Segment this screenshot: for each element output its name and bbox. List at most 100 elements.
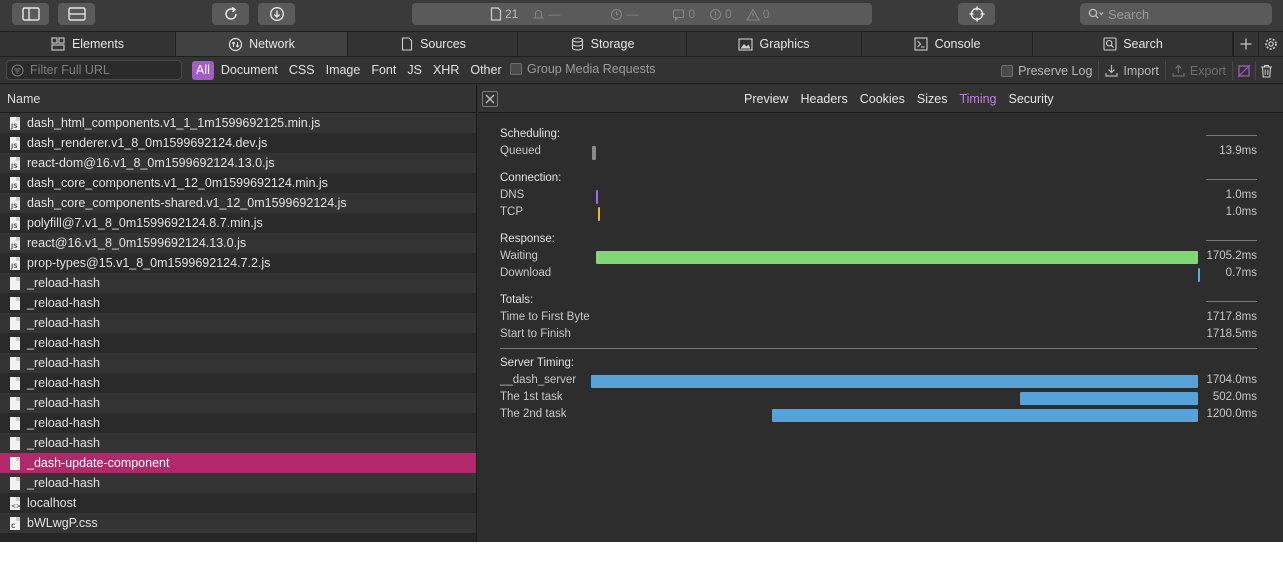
tab-graphics[interactable]: Graphics bbox=[687, 32, 862, 56]
table-row[interactable]: _reload-hash bbox=[0, 373, 476, 393]
errors-indicator[interactable]: 0 bbox=[709, 7, 732, 21]
tab-storage[interactable]: Storage bbox=[518, 32, 687, 56]
preserve-log-toggle[interactable]: Preserve Log bbox=[995, 61, 1098, 80]
tab-bar: Elements Network Sources Storage Graphic… bbox=[0, 31, 1283, 57]
filter-icon bbox=[11, 64, 24, 76]
settings-button[interactable] bbox=[1258, 32, 1283, 56]
element-selection-button[interactable] bbox=[958, 3, 995, 25]
request-name: _dash-update-component bbox=[27, 456, 170, 470]
table-row[interactable]: _reload-hash bbox=[0, 473, 476, 493]
tab-security[interactable]: Security bbox=[1009, 92, 1054, 106]
table-row[interactable]: JS react@16.v1_8_0m1599692124.13.0.js bbox=[0, 233, 476, 253]
table-row[interactable]: JS dash_renderer.v1_8_0m1599692124.dev.js bbox=[0, 133, 476, 153]
tab-headers[interactable]: Headers bbox=[800, 92, 847, 106]
import-icon bbox=[1105, 65, 1119, 77]
url-filter-input[interactable]: Filter Full URL bbox=[6, 60, 182, 80]
tab-cookies[interactable]: Cookies bbox=[860, 92, 905, 106]
file-icon bbox=[10, 336, 20, 350]
add-tab-button[interactable] bbox=[1233, 32, 1258, 56]
type-filter-xhr[interactable]: XHR bbox=[429, 61, 463, 80]
tab-elements[interactable]: Elements bbox=[0, 32, 176, 56]
timing-view: Scheduling: Queued 13.9ms Connection: DNS 1.0… bbox=[478, 114, 1283, 542]
filter-bar: Filter Full URL All Document CSS Image F… bbox=[0, 57, 1283, 84]
table-row[interactable]: JS react-dom@16.v1_8_0m1599692124.13.0.js bbox=[0, 153, 476, 173]
table-row[interactable]: JS dash_core_components.v1_12_0m159969212… bbox=[0, 173, 476, 193]
reload-button[interactable] bbox=[212, 3, 249, 25]
css-file-icon: C bbox=[10, 516, 20, 530]
group-media-checkbox[interactable] bbox=[510, 63, 522, 75]
tab-console[interactable]: Console bbox=[862, 32, 1033, 56]
table-row[interactable]: JS polyfill@7.v1_8_0m1599692124.8.7.min.j… bbox=[0, 213, 476, 233]
js-file-icon: JS bbox=[10, 236, 20, 250]
table-row[interactable]: _reload-hash bbox=[0, 293, 476, 313]
table-row[interactable]: JS dash_html_components.v1_1_1m1599692125… bbox=[0, 113, 476, 133]
activity-viewer[interactable]: 21 — — 0 0 0 bbox=[412, 3, 872, 25]
dock-side-button[interactable] bbox=[12, 3, 49, 25]
name-column-header[interactable]: Name bbox=[0, 85, 476, 113]
clock-icon bbox=[611, 8, 623, 20]
download-button[interactable] bbox=[258, 3, 295, 25]
table-row[interactable]: <> localhost bbox=[0, 493, 476, 513]
close-detail-button[interactable] bbox=[482, 91, 498, 107]
toolbar-search-input[interactable]: Search bbox=[1080, 3, 1272, 25]
export-button[interactable]: Export bbox=[1164, 61, 1232, 80]
type-filter-font[interactable]: Font bbox=[367, 61, 400, 80]
table-row[interactable]: JS prop-types@15.v1_8_0m1599692124.7.2.js bbox=[0, 253, 476, 273]
table-row[interactable]: _reload-hash bbox=[0, 393, 476, 413]
table-row[interactable]: _reload-hash bbox=[0, 333, 476, 353]
request-name: dash_renderer.v1_8_0m1599692124.dev.js bbox=[27, 136, 268, 150]
type-filter-image[interactable]: Image bbox=[322, 61, 365, 80]
timing-section-title: Server Timing: bbox=[500, 357, 575, 369]
timing-bar bbox=[597, 207, 600, 221]
tab-network[interactable]: Network bbox=[176, 32, 348, 56]
preserve-log-checkbox[interactable] bbox=[1001, 64, 1014, 77]
type-filter-js[interactable]: JS bbox=[403, 61, 426, 80]
total-rule bbox=[1206, 135, 1257, 136]
dock-side-icon bbox=[21, 7, 40, 21]
request-name: bWLwgP.css bbox=[27, 516, 98, 530]
group-media-toggle[interactable]: Group Media Requests bbox=[510, 62, 656, 76]
warnings-indicator[interactable]: 0 bbox=[745, 7, 769, 21]
export-icon bbox=[1172, 64, 1185, 77]
request-rows: JS dash_html_components.v1_1_1m1599692125… bbox=[0, 113, 476, 533]
timing-value: 1.0ms bbox=[1225, 206, 1257, 218]
table-row-selected[interactable]: _dash-update-component bbox=[0, 453, 476, 473]
timing-label: __dash_server bbox=[500, 374, 577, 386]
type-filter-document[interactable]: Document bbox=[217, 61, 282, 80]
table-row[interactable]: JS dash_core_components-shared.v1_12_0m15… bbox=[0, 193, 476, 213]
file-icon bbox=[10, 356, 20, 370]
plus-icon bbox=[1240, 38, 1252, 50]
file-icon bbox=[10, 416, 20, 430]
table-row[interactable]: _reload-hash bbox=[0, 413, 476, 433]
tab-search[interactable]: Search bbox=[1033, 32, 1233, 56]
table-row[interactable]: _reload-hash bbox=[0, 313, 476, 333]
reload-icon bbox=[224, 6, 237, 20]
crosshair-icon bbox=[969, 6, 984, 22]
type-filter-css[interactable]: CSS bbox=[285, 61, 319, 80]
top-toolbar: 21 — — 0 0 0 Search bbox=[0, 0, 1283, 31]
import-button[interactable]: Import bbox=[1098, 61, 1164, 80]
table-row[interactable]: CbWLwgP.css bbox=[0, 513, 476, 533]
disable-cache-button[interactable] bbox=[1232, 61, 1255, 80]
resource-type-filters: All Document CSS Image Font JS XHR Other bbox=[192, 61, 509, 80]
js-file-icon: JS bbox=[10, 176, 20, 190]
tab-sizes[interactable]: Sizes bbox=[917, 92, 948, 106]
js-file-icon: JS bbox=[10, 256, 20, 270]
network-actions: Preserve Log Import Export bbox=[995, 61, 1277, 80]
messages-indicator[interactable]: 0 bbox=[672, 7, 695, 21]
timing-section-title: Totals: bbox=[500, 294, 534, 306]
table-row[interactable]: _reload-hash bbox=[0, 273, 476, 293]
file-icon bbox=[10, 376, 20, 390]
dock-bottom-button[interactable] bbox=[58, 3, 95, 25]
type-filter-all[interactable]: All bbox=[192, 61, 214, 80]
table-row[interactable]: _reload-hash bbox=[0, 433, 476, 453]
type-filter-other[interactable]: Other bbox=[466, 61, 505, 80]
tab-timing[interactable]: Timing bbox=[959, 92, 996, 106]
tab-preview[interactable]: Preview bbox=[744, 92, 788, 106]
timing-section-title: Scheduling: bbox=[500, 128, 561, 140]
clear-log-button[interactable] bbox=[1255, 61, 1277, 80]
graphics-icon bbox=[738, 37, 754, 52]
table-row[interactable]: _reload-hash bbox=[0, 353, 476, 373]
request-name: _reload-hash bbox=[27, 476, 100, 490]
tab-sources[interactable]: Sources bbox=[348, 32, 518, 56]
